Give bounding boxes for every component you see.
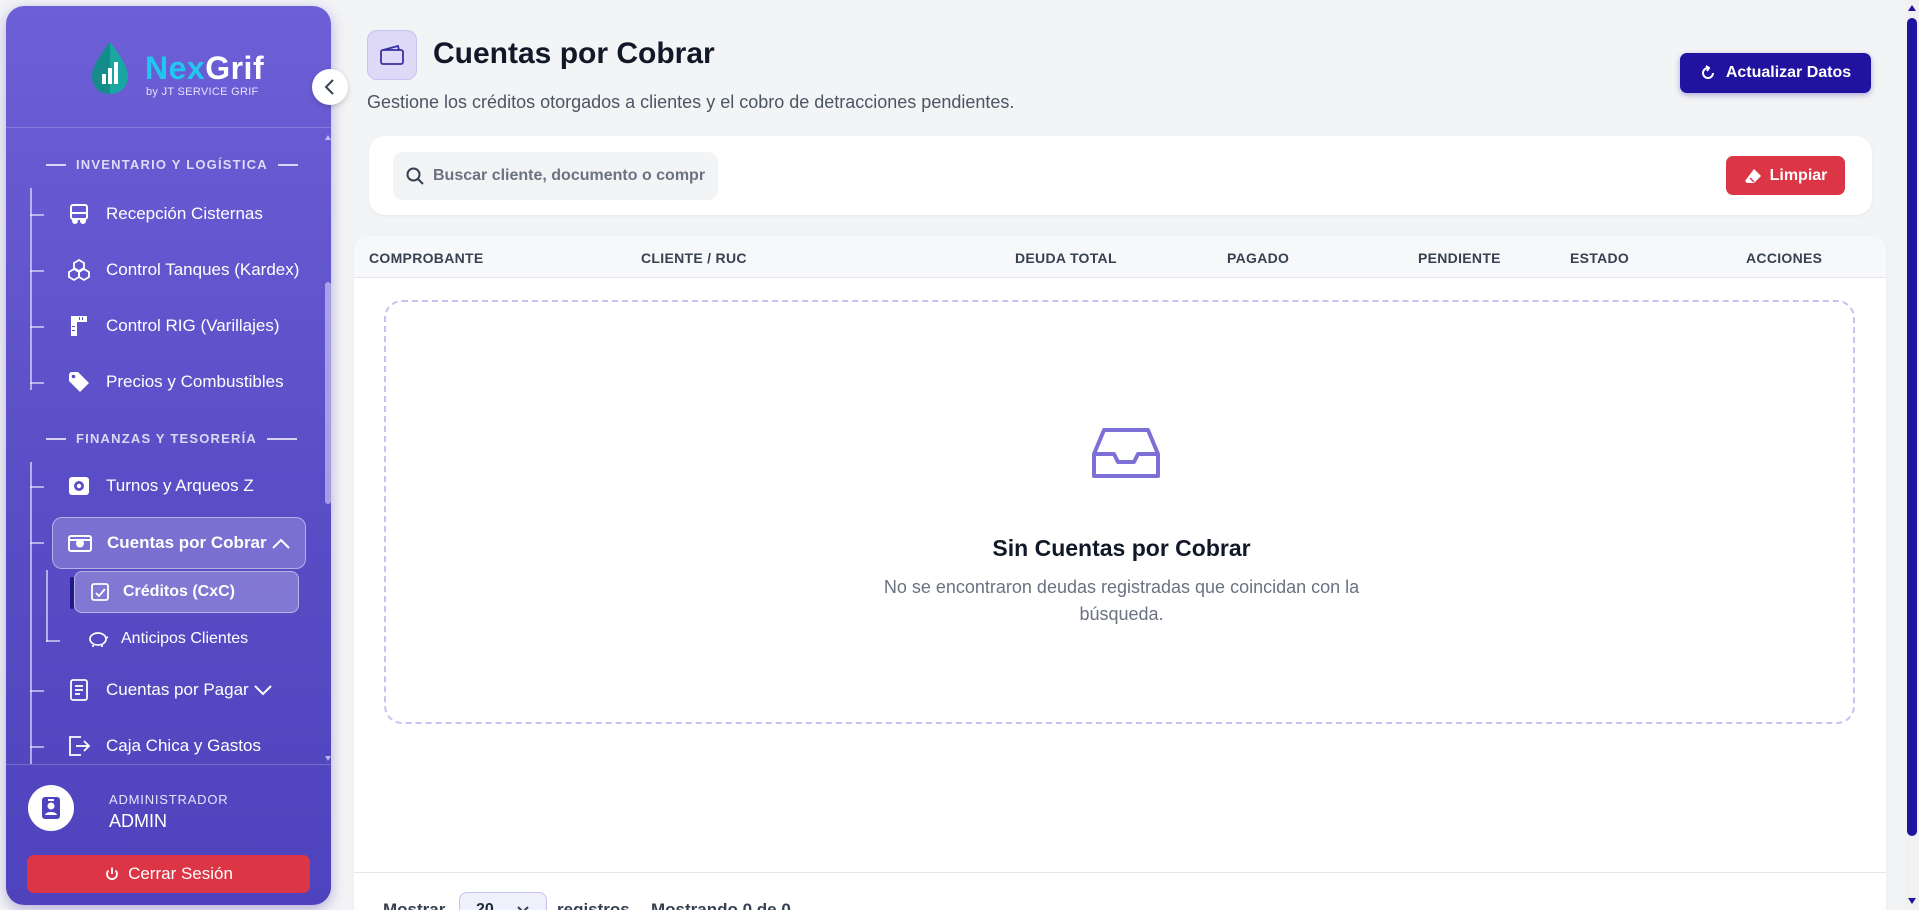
refresh-label: Actualizar Datos — [1725, 64, 1852, 81]
column-header-pagado[interactable]: PAGADO — [1227, 250, 1289, 266]
brand-subtitle: by JT SERVICE GRIF — [146, 86, 259, 98]
power-icon — [104, 866, 120, 882]
show-label: Mostrar — [383, 900, 446, 910]
section-title-label: FINANZAS Y TESORERÍA — [76, 431, 257, 446]
sidebar-scrollbar[interactable] — [325, 282, 331, 504]
column-header-acciones: ACCIONES — [1746, 250, 1823, 266]
page-size-select[interactable]: 20 — [459, 892, 547, 910]
search-icon — [406, 167, 424, 185]
sidebar-item-caja-chica[interactable]: Caja Chica y Gastos — [66, 726, 261, 764]
column-header-pendiente[interactable]: PENDIENTE — [1418, 250, 1501, 266]
page-scrollbar-thumb[interactable] — [1907, 18, 1917, 836]
sidebar-item-recepcion-cisternas[interactable]: Recepción Cisternas — [66, 194, 263, 234]
empty-text: No se encontraron deudas registradas que… — [883, 577, 1360, 624]
chevron-down-icon — [253, 683, 273, 697]
scroll-down-icon[interactable] — [324, 754, 331, 762]
search-input[interactable] — [433, 167, 705, 185]
section-title-label: INVENTARIO Y LOGÍSTICA — [76, 157, 268, 172]
sidebar-item-label: Cuentas por Cobrar — [107, 533, 267, 552]
sidebar-item-turnos-arqueos[interactable]: Turnos y Arqueos Z — [66, 466, 254, 506]
page-title: Cuentas por Cobrar — [433, 37, 715, 70]
column-header-deuda-total[interactable]: DEUDA TOTAL — [1015, 250, 1117, 266]
scroll-up-icon[interactable] — [324, 134, 331, 142]
section-title-inventario: INVENTARIO Y LOGÍSTICA — [36, 157, 308, 172]
tag-icon — [66, 369, 92, 395]
checklist-icon — [89, 581, 111, 603]
refresh-icon — [1700, 65, 1716, 81]
chevron-up-icon — [271, 536, 291, 550]
piggy-bank-icon — [87, 628, 109, 650]
money-icon — [67, 530, 93, 556]
column-header-estado[interactable]: ESTADO — [1570, 250, 1629, 266]
refresh-data-button[interactable]: Actualizar Datos — [1680, 53, 1871, 93]
chevron-left-icon — [324, 79, 334, 95]
records-label: registros — [557, 900, 630, 910]
empty-title: Sin Cuentas por Cobrar — [992, 535, 1251, 561]
column-header-cliente-ruc[interactable]: CLIENTE / RUC — [641, 250, 747, 266]
empty-state: Sin Cuentas por Cobrar No se encontraron… — [384, 300, 1855, 724]
logout-button[interactable]: Cerrar Sesión — [27, 855, 310, 893]
brand-name-part2: Grif — [205, 50, 265, 86]
receipt-icon — [66, 677, 92, 703]
logout-label: Cerrar Sesión — [128, 864, 233, 883]
user-role: ADMINISTRADOR — [109, 792, 229, 807]
clear-label: Limpiar — [1769, 166, 1828, 184]
sidebar-collapse-button[interactable] — [312, 69, 348, 105]
page-subtitle: Gestione los créditos otorgados a client… — [367, 92, 1015, 112]
section-title-finanzas: FINANZAS Y TESORERÍA — [36, 431, 307, 446]
safe-icon — [66, 473, 92, 499]
eraser-icon — [1744, 168, 1762, 184]
sidebar-item-control-tanques[interactable]: Control Tanques (Kardex) — [66, 250, 299, 290]
sidebar-subitem-label: Créditos (CxC) — [123, 583, 236, 600]
sidebar-subitem-creditos[interactable]: Créditos (CxC) — [74, 571, 299, 613]
clear-button[interactable]: Limpiar — [1726, 156, 1845, 195]
chevron-down-icon — [517, 906, 529, 910]
sidebar-item-label: Cuentas por Pagar — [106, 680, 249, 699]
exit-icon — [66, 733, 92, 759]
brand-name: NexGrif — [145, 50, 264, 87]
search-box — [393, 152, 718, 200]
sidebar-item-label: Precios y Combustibles — [106, 372, 284, 391]
search-card: Limpiar — [369, 136, 1872, 215]
sidebar-item-precios-combustibles[interactable]: Precios y Combustibles — [66, 362, 284, 402]
avatar — [28, 785, 74, 831]
cubes-icon — [66, 257, 92, 283]
sidebar-item-label: Control Tanques (Kardex) — [106, 260, 300, 279]
sidebar-item-label: Turnos y Arqueos Z — [106, 476, 254, 495]
sidebar-subitem-anticipos[interactable]: Anticipos Clientes — [74, 619, 248, 659]
wallet-icon — [380, 44, 404, 65]
page-scroll-up-icon[interactable] — [1907, 3, 1917, 13]
ruler-icon — [66, 313, 92, 339]
sidebar: NexGrif by JT SERVICE GRIF INVENTARIO Y … — [6, 6, 331, 905]
brand-name-part1: Nex — [145, 50, 206, 86]
sidebar-item-cuentas-por-pagar[interactable]: Cuentas por Pagar — [66, 670, 273, 710]
sidebar-item-cuentas-por-cobrar[interactable]: Cuentas por Cobrar — [52, 517, 306, 569]
sidebar-item-control-rig[interactable]: Control RIG (Varillajes) — [66, 306, 280, 346]
showing-count: Mostrando 0 de 0 — [651, 900, 791, 910]
logo-icon — [92, 42, 128, 94]
page-scroll-down-icon[interactable] — [1907, 896, 1917, 906]
sidebar-subitem-label: Anticipos Clientes — [121, 630, 249, 647]
truck-icon — [66, 201, 92, 227]
page-size-value: 20 — [476, 901, 494, 910]
sidebar-item-label: Control RIG (Varillajes) — [106, 316, 280, 335]
page-icon — [367, 30, 417, 80]
user-name: ADMIN — [109, 811, 167, 831]
sidebar-item-label: Recepción Cisternas — [106, 204, 263, 223]
user-panel: ADMINISTRADOR ADMIN Cerrar Sesión — [6, 764, 331, 905]
table-header: COMPROBANTE CLIENTE / RUC DEUDA TOTAL PA… — [354, 236, 1886, 278]
receivables-table: COMPROBANTE CLIENTE / RUC DEUDA TOTAL PA… — [354, 236, 1886, 910]
inbox-icon — [1092, 428, 1160, 478]
sidebar-item-label: Caja Chica y Gastos — [106, 736, 261, 755]
id-badge-icon — [42, 797, 60, 819]
brand: NexGrif by JT SERVICE GRIF — [6, 6, 331, 128]
column-header-comprobante[interactable]: COMPROBANTE — [369, 250, 484, 266]
sidebar-nav: INVENTARIO Y LOGÍSTICA Recepción Cistern… — [6, 134, 322, 764]
